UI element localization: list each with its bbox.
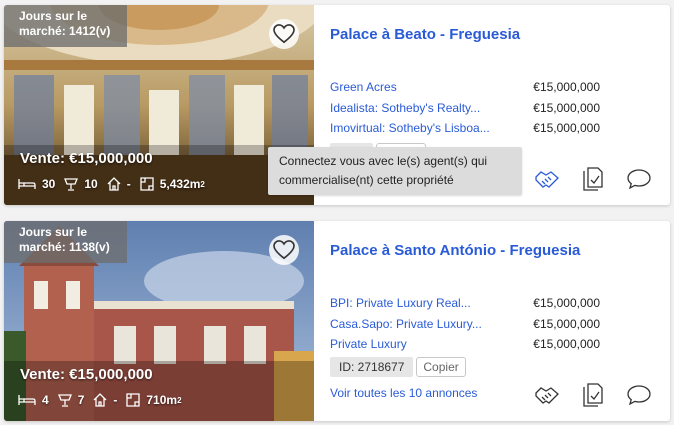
copy-id-button[interactable]: Copier <box>416 357 466 377</box>
agent-listing-row[interactable]: Casa.Sapo: Private Luxury... €15,000,000 <box>330 317 600 331</box>
agent-listing-row[interactable]: Green Acres €15,000,000 <box>330 80 600 94</box>
agent-link[interactable]: Casa.Sapo: Private Luxury... <box>330 317 482 331</box>
handshake-icon <box>535 171 559 188</box>
agent-link[interactable]: BPI: Private Luxury Real... <box>330 296 471 310</box>
bath-icon <box>57 394 72 407</box>
agent-price: €15,000,000 <box>533 296 600 310</box>
house-icon <box>107 177 121 191</box>
listing-card[interactable]: Jours sur le marché: 1138(v) Vente: €15,… <box>4 221 670 421</box>
chat-bubble-icon <box>627 385 651 406</box>
floors-stat: - <box>93 393 117 407</box>
handshake-icon <box>535 387 559 404</box>
market-days-badge: Jours sur le marché: 1138(v) <box>4 221 127 263</box>
agent-link[interactable]: Private Luxury <box>330 337 407 351</box>
agent-listing-row[interactable]: Idealista: Sotheby's Realty... €15,000,0… <box>330 101 600 115</box>
listing-id: ID: 2718677 <box>330 357 414 377</box>
price-overlay: Vente: €15,000,000 <box>20 366 153 383</box>
favorite-button[interactable] <box>269 19 299 49</box>
contact-agent-button[interactable] <box>530 165 564 193</box>
favorite-button[interactable] <box>269 235 299 265</box>
agent-price: €15,000,000 <box>533 80 600 94</box>
agent-link[interactable]: Green Acres <box>330 80 397 94</box>
agent-listing-row[interactable]: BPI: Private Luxury Real... €15,000,000 <box>330 296 600 310</box>
chat-bubble-icon <box>627 169 651 190</box>
area-icon <box>126 393 141 407</box>
agent-price: €15,000,000 <box>533 101 600 115</box>
bedrooms-stat: 30 <box>18 177 55 191</box>
heart-icon <box>273 240 295 260</box>
area-value: 710m <box>146 393 178 407</box>
listing-id-row: ID: 2718677 Copier <box>330 357 466 377</box>
document-check-icon <box>583 383 603 407</box>
bathrooms-stat: 7 <box>57 393 85 407</box>
listing-info: Palace à Santo António - Freguesia BPI: … <box>330 221 670 421</box>
document-check-icon <box>583 167 603 191</box>
bathrooms-count: 10 <box>84 177 98 191</box>
property-stats: 4 7 - 710m 2 <box>18 393 191 407</box>
floors-value: - <box>113 393 118 407</box>
see-all-listings-link[interactable]: Voir toutes les 10 annonces <box>330 386 477 400</box>
agent-price: €15,000,000 <box>533 317 600 331</box>
bath-icon <box>64 178 79 191</box>
listing-photo[interactable]: Jours sur le marché: 1138(v) Vente: €15,… <box>4 221 314 421</box>
agent-price: €15,000,000 <box>533 337 600 351</box>
listing-actions <box>530 165 668 193</box>
area-unit-superscript: 2 <box>177 395 182 405</box>
market-days-badge: Jours sur le marché: 1412(v) <box>4 5 127 47</box>
agent-price: €15,000,000 <box>533 121 600 135</box>
floors-value: - <box>126 177 131 191</box>
message-button[interactable] <box>622 381 656 409</box>
listing-title[interactable]: Palace à Santo António - Freguesia <box>330 242 580 259</box>
agent-listing-row[interactable]: Imovirtual: Sotheby's Lisboa... €15,000,… <box>330 121 600 135</box>
contact-agent-tooltip: Connectez vous avec le(s) agent(s) qui c… <box>268 147 522 195</box>
bathrooms-stat: 10 <box>64 177 98 191</box>
bedrooms-count: 4 <box>42 393 49 407</box>
bed-icon <box>18 179 36 189</box>
agent-listing-row[interactable]: Private Luxury €15,000,000 <box>330 337 600 351</box>
listing-title[interactable]: Palace à Beato - Freguesia <box>330 26 520 43</box>
area-value: 5,432m <box>159 177 201 191</box>
property-stats: 30 10 - 5,432m 2 <box>18 177 214 191</box>
document-button[interactable] <box>576 381 610 409</box>
area-unit-superscript: 2 <box>200 179 205 189</box>
bedrooms-stat: 4 <box>18 393 49 407</box>
house-icon <box>93 393 107 407</box>
document-button[interactable] <box>576 165 610 193</box>
heart-icon <box>273 24 295 44</box>
bathrooms-count: 7 <box>77 393 85 407</box>
area-stat: 710m 2 <box>126 393 182 407</box>
floors-stat: - <box>107 177 131 191</box>
area-icon <box>140 177 154 191</box>
message-button[interactable] <box>622 165 656 193</box>
price-overlay: Vente: €15,000,000 <box>20 150 153 167</box>
contact-agent-button[interactable] <box>530 381 564 409</box>
bed-icon <box>18 395 36 405</box>
area-stat: 5,432m 2 <box>140 177 205 191</box>
listing-actions <box>530 381 668 409</box>
agent-link[interactable]: Idealista: Sotheby's Realty... <box>330 101 480 115</box>
agent-link[interactable]: Imovirtual: Sotheby's Lisboa... <box>330 121 490 135</box>
bedrooms-count: 30 <box>42 177 56 191</box>
